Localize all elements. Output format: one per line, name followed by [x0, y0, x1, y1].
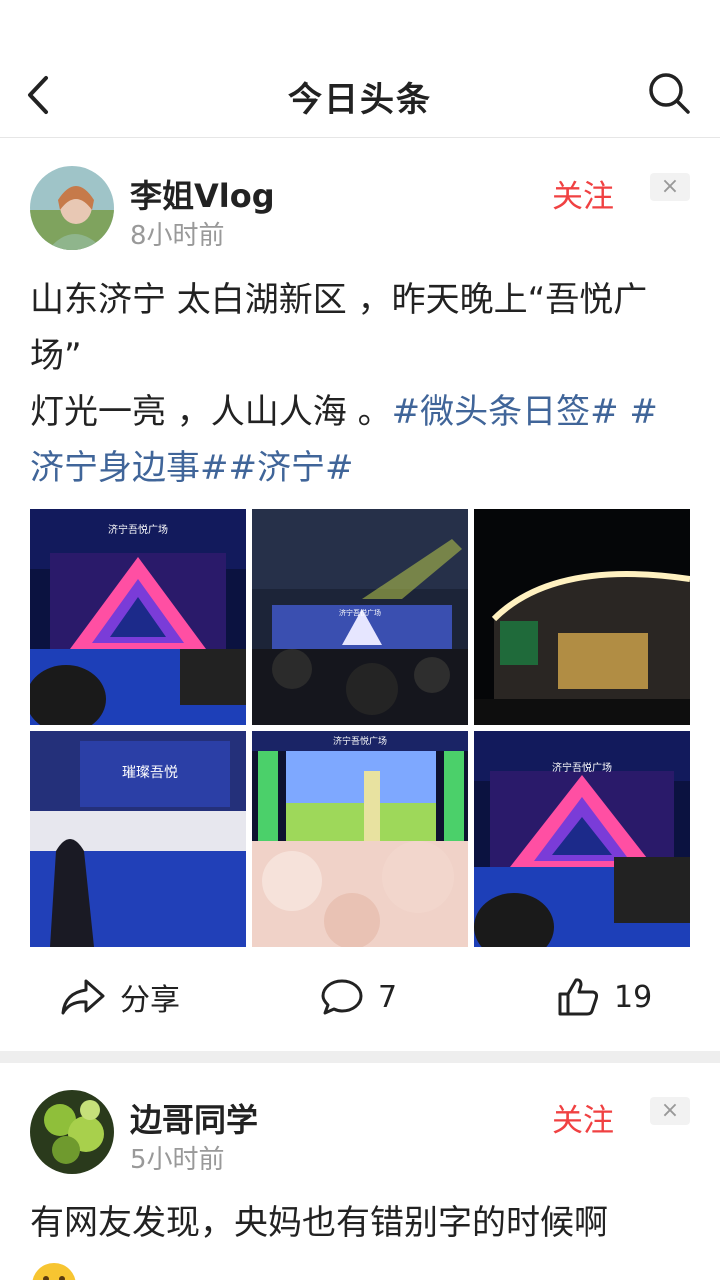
follow-button[interactable]: 关注	[552, 171, 614, 216]
hashtag-link[interactable]: 济宁身边事##济宁#	[30, 440, 692, 496]
photo-grid: 济宁吾悦广场 济宁吾悦广场 璀璨吾悦 济宁吾悦广场 济宁吾悦广场	[30, 509, 690, 947]
emoji-icon	[32, 1263, 76, 1280]
post-action-bar: 分享 7 19	[0, 967, 720, 1027]
feed-post: 李姐Vlog 8小时前 关注 × 山东济宁 太白湖新区 ，昨天晚上“吾悦广 场”…	[0, 139, 720, 1051]
search-icon[interactable]	[646, 70, 692, 116]
hashtag-link[interactable]: #微头条日签# #	[392, 392, 658, 432]
photo-thumbnail[interactable]: 济宁吾悦广场	[30, 509, 246, 725]
post-time: 5小时前	[130, 1145, 225, 1175]
photo-thumbnail[interactable]: 璀璨吾悦	[30, 731, 246, 947]
photo-thumbnail[interactable]	[474, 509, 690, 725]
photo-caption: 济宁吾悦广场	[552, 761, 612, 774]
photo-caption: 济宁吾悦广场	[339, 608, 381, 617]
photo-caption: 济宁吾悦广场	[333, 735, 387, 747]
post-text-line: 有网友发现，央妈也有错别字的时候啊	[30, 1203, 608, 1243]
post-divider	[0, 1051, 720, 1063]
post-text-line: 灯光一亮 ，人山人海 。#微头条日签# #	[30, 384, 692, 440]
avatar[interactable]	[30, 166, 114, 250]
comment-icon	[321, 979, 363, 1015]
share-icon	[61, 979, 105, 1015]
post-text-line: 山东济宁 太白湖新区 ，昨天晚上“吾悦广	[30, 280, 648, 320]
top-nav-bar: 今日头条	[0, 0, 720, 138]
comment-count: 7	[378, 979, 398, 1015]
feed-post: 边哥同学 5小时前 关注 × 有网友发现，央妈也有错别字的时候啊	[0, 1063, 720, 1280]
share-label: 分享	[120, 983, 180, 1018]
author-name[interactable]: 边哥同学	[130, 1095, 258, 1141]
author-name[interactable]: 李姐Vlog	[130, 171, 275, 217]
thumbs-up-icon	[558, 978, 599, 1016]
share-button[interactable]: 分享	[60, 967, 180, 1027]
post-text[interactable]: 山东济宁 太白湖新区 ，昨天晚上“吾悦广 场” 灯光一亮 ，人山人海 。#微头条…	[30, 272, 692, 496]
like-button[interactable]: 19	[556, 967, 652, 1027]
follow-button[interactable]: 关注	[552, 1095, 614, 1140]
avatar[interactable]	[30, 1090, 114, 1174]
post-text-plain: 灯光一亮 ，人山人海 。	[30, 392, 392, 432]
photo-thumbnail[interactable]: 济宁吾悦广场	[252, 731, 468, 947]
photo-caption: 璀璨吾悦	[122, 765, 178, 781]
comment-button[interactable]: 7	[320, 967, 397, 1027]
photo-caption: 济宁吾悦广场	[108, 523, 168, 536]
post-time: 8小时前	[130, 221, 225, 251]
like-count: 19	[614, 979, 653, 1015]
post-text-line: 场”	[30, 336, 82, 376]
dismiss-button[interactable]: ×	[650, 1097, 690, 1125]
post-text[interactable]: 有网友发现，央妈也有错别字的时候啊	[30, 1195, 692, 1251]
page-title: 今日头条	[288, 80, 432, 120]
dismiss-button[interactable]: ×	[650, 173, 690, 201]
photo-thumbnail[interactable]: 济宁吾悦广场	[474, 731, 690, 947]
photo-thumbnail[interactable]: 济宁吾悦广场	[252, 509, 468, 725]
